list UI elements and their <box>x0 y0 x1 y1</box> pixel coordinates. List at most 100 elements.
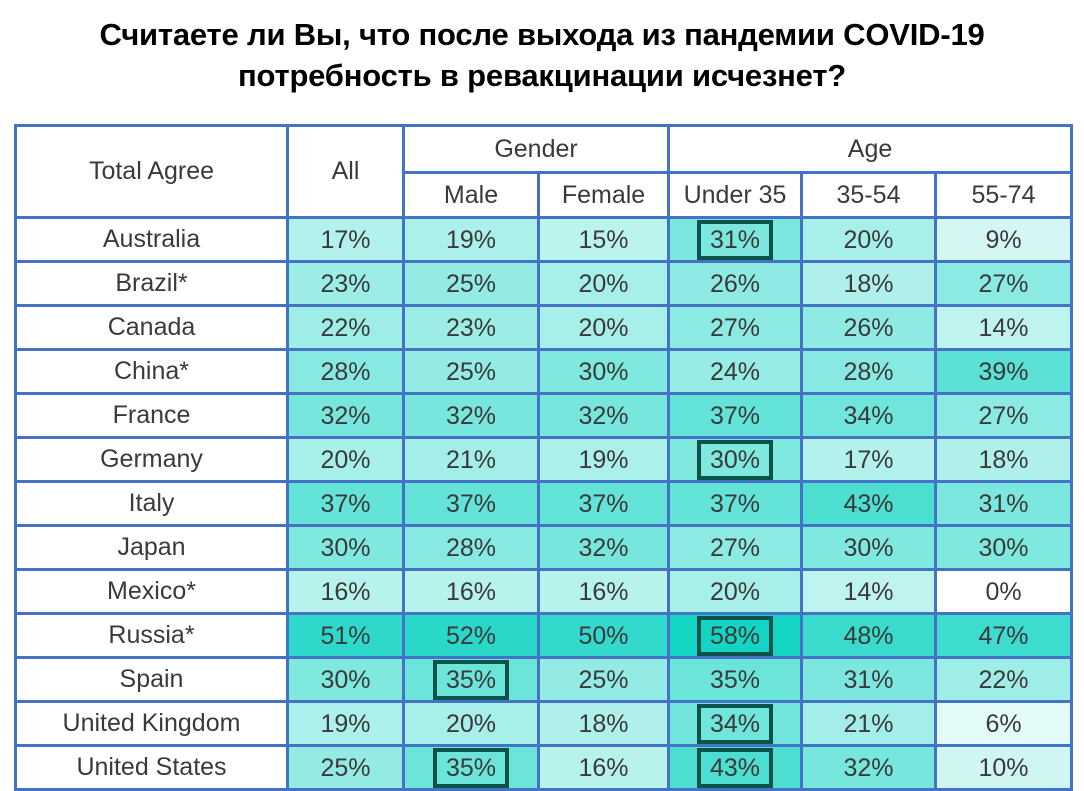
row-label-country: United Kingdom <box>14 700 289 747</box>
cell-55-74: 22% <box>934 656 1074 703</box>
header-male: Male <box>402 171 540 219</box>
cell-value: 0% <box>985 577 1022 606</box>
row-label-country: Australia <box>14 216 289 263</box>
cell-female: 20% <box>536 304 671 351</box>
cell-under-35: 34% <box>667 700 804 747</box>
cell-female: 20% <box>536 260 671 307</box>
cell-value: 30% <box>843 533 894 562</box>
cell-value: 20% <box>445 709 497 738</box>
row-label-country: United States <box>14 744 289 791</box>
cell-value: 30% <box>578 357 629 386</box>
cell-female: 19% <box>536 436 671 483</box>
cell-under-35: 58% <box>667 612 804 659</box>
cell-55-74: 27% <box>934 392 1074 439</box>
cell-all: 30% <box>286 524 405 571</box>
row-label-country: Spain <box>14 656 289 703</box>
cell-male: 16% <box>402 568 540 615</box>
cell-male: 32% <box>402 392 540 439</box>
cell-all: 19% <box>286 700 405 747</box>
cell-35-54: 26% <box>800 304 938 351</box>
cell-male: 21% <box>402 436 540 483</box>
cell-value: 16% <box>445 577 497 606</box>
cell-value: 20% <box>843 225 894 254</box>
cell-35-54: 14% <box>800 568 938 615</box>
row-label-country: Canada <box>14 304 289 351</box>
cell-value: 20% <box>578 313 629 342</box>
table-row: Mexico* 16% 16% 16% 20% 14% 0% <box>14 568 1074 615</box>
cell-55-74: 47% <box>934 612 1074 659</box>
cell-value: 18% <box>843 269 894 298</box>
cell-value: 23% <box>320 269 371 298</box>
row-label-country: France <box>14 392 289 439</box>
cell-55-74: 27% <box>934 260 1074 307</box>
cell-all: 17% <box>286 216 405 263</box>
cell-value: 18% <box>578 709 629 738</box>
cell-under-35: 37% <box>667 392 804 439</box>
cell-35-54: 43% <box>800 480 938 527</box>
cell-under-35: 24% <box>667 348 804 395</box>
table-row: Australia 17% 19% 15% 31% 20% 9% <box>14 216 1074 263</box>
cell-male: 28% <box>402 524 540 571</box>
cell-highlight-box: 31% <box>696 220 774 259</box>
data-table-container: Total Agree All Gender Age Male Female U… <box>14 124 1074 791</box>
cell-all: 30% <box>286 656 405 703</box>
row-label-country: Germany <box>14 436 289 483</box>
cell-under-35: 43% <box>667 744 804 791</box>
cell-all: 25% <box>286 744 405 791</box>
table-row: Spain 30% 35% 25% 35% 31% 22% <box>14 656 1074 703</box>
cell-value: 31% <box>843 665 894 694</box>
cell-value: 19% <box>578 445 629 474</box>
cell-all: 16% <box>286 568 405 615</box>
header-group-age: Age <box>667 124 1074 174</box>
cell-male: 19% <box>402 216 540 263</box>
cell-under-35: 20% <box>667 568 804 615</box>
table-row: Russia* 51% 52% 50% 58% 48% 47% <box>14 612 1074 659</box>
page-root: Считаете ли Вы, что после выхода из панд… <box>0 0 1084 791</box>
cell-value: 25% <box>578 665 629 694</box>
cell-value: 16% <box>578 753 629 782</box>
cell-value: 32% <box>578 533 629 562</box>
cell-value: 20% <box>709 577 761 606</box>
cell-highlight-box: 58% <box>696 616 774 655</box>
cell-55-74: 0% <box>934 568 1074 615</box>
header-group-gender: Gender <box>401 124 671 174</box>
cell-value: 14% <box>843 577 894 606</box>
cell-female: 32% <box>536 524 671 571</box>
cell-value: 26% <box>709 269 761 298</box>
cell-value: 28% <box>320 357 371 386</box>
cell-value: 16% <box>320 577 371 606</box>
cell-all: 23% <box>286 260 405 307</box>
total-agree-table: Total Agree All Gender Age Male Female U… <box>14 124 1074 791</box>
page-title-line-1: Считаете ли Вы, что после выхода из панд… <box>99 17 985 52</box>
row-label-country: Russia* <box>14 612 289 659</box>
header-all: All <box>286 124 405 219</box>
cell-value: 25% <box>445 357 497 386</box>
cell-value: 27% <box>709 313 761 342</box>
table-row: United States 25% 35% 16% 43% 32% 10% <box>14 744 1074 791</box>
cell-male: 35% <box>402 656 540 703</box>
cell-value: 15% <box>578 225 629 254</box>
cell-value: 10% <box>978 753 1029 782</box>
cell-value: 28% <box>445 533 497 562</box>
cell-35-54: 30% <box>800 524 938 571</box>
cell-female: 15% <box>536 216 671 263</box>
cell-55-74: 14% <box>934 304 1074 351</box>
cell-value: 17% <box>320 225 371 254</box>
row-label-country: Japan <box>14 524 289 571</box>
cell-value: 23% <box>445 313 497 342</box>
cell-55-74: 10% <box>934 744 1074 791</box>
row-label-country: Italy <box>14 480 289 527</box>
cell-female: 16% <box>536 568 671 615</box>
cell-value: 20% <box>578 269 629 298</box>
cell-value: 37% <box>578 489 629 518</box>
cell-value: 30% <box>978 533 1029 562</box>
header-under-35: Under 35 <box>667 171 804 219</box>
cell-value: 37% <box>445 489 497 518</box>
cell-35-54: 31% <box>800 656 938 703</box>
cell-all: 51% <box>286 612 405 659</box>
cell-value: 39% <box>978 357 1029 386</box>
cell-value: 35% <box>709 665 761 694</box>
cell-35-54: 18% <box>800 260 938 307</box>
table-row: Japan 30% 28% 32% 27% 30% 30% <box>14 524 1074 571</box>
cell-all: 32% <box>286 392 405 439</box>
